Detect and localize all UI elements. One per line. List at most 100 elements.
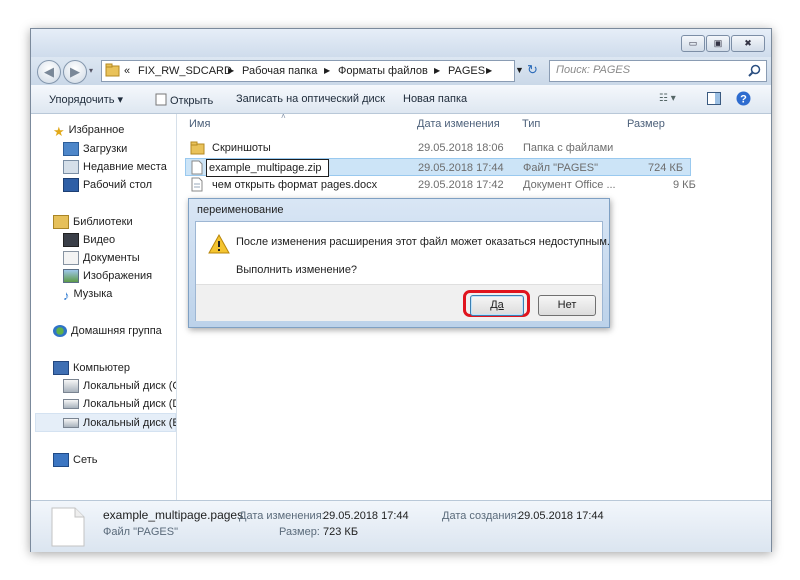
nav-drive-e[interactable]: Локальный диск (E: bbox=[35, 413, 176, 432]
nav-downloads[interactable]: Загрузки bbox=[63, 141, 127, 157]
forward-button[interactable]: ▶ bbox=[63, 60, 87, 84]
details-size-value: 723 КБ bbox=[323, 526, 359, 538]
minimize-button[interactable]: ▭ bbox=[681, 35, 705, 52]
details-filetype: Файл "PAGES" bbox=[103, 526, 178, 538]
nav-music[interactable]: ♪ Музыка bbox=[63, 286, 112, 303]
minimize-icon: ▭ bbox=[688, 38, 698, 48]
document-icon bbox=[155, 93, 167, 106]
nav-desktop[interactable]: Рабочий стол bbox=[63, 177, 152, 193]
forward-arrow-icon: ▶ bbox=[70, 64, 80, 79]
address-dropdown-icon[interactable]: ▼ bbox=[515, 65, 524, 75]
file-type: Папка с файлами bbox=[523, 142, 614, 154]
file-preview-icon bbox=[51, 507, 85, 547]
nav-recent-places[interactable]: Недавние места bbox=[63, 159, 167, 175]
system-drive-icon bbox=[63, 379, 79, 394]
folder-icon bbox=[105, 63, 120, 77]
breadcrumb-item[interactable]: Рабочая папка bbox=[242, 65, 317, 77]
file-date: 29.05.2018 18:06 bbox=[418, 142, 504, 154]
table-row[interactable]: Скриншоты 29.05.2018 18:06 Папка с файла… bbox=[185, 139, 691, 157]
column-header-name[interactable]: Имя bbox=[189, 118, 210, 130]
drive-icon bbox=[63, 399, 79, 410]
desktop-icon bbox=[63, 178, 79, 193]
back-button[interactable]: ◀ bbox=[37, 60, 61, 84]
folder-icon bbox=[190, 141, 205, 155]
dialog-question: Выполнить изменение? bbox=[236, 264, 358, 276]
maximize-icon: ▣ bbox=[713, 38, 723, 48]
file-size: 724 КБ bbox=[648, 162, 684, 174]
breadcrumb-overflow[interactable]: « bbox=[124, 65, 130, 77]
file-icon bbox=[191, 160, 203, 175]
nav-drive-c[interactable]: Локальный диск (С bbox=[63, 378, 176, 394]
view-options-icon[interactable]: ☷ ▾ bbox=[659, 93, 676, 104]
new-folder-button[interactable]: Новая папка bbox=[403, 93, 467, 105]
nav-favorites[interactable]: ★ Избранное bbox=[53, 122, 124, 140]
file-date: 29.05.2018 17:44 bbox=[418, 162, 504, 174]
maximize-button[interactable]: ▣ bbox=[706, 35, 730, 52]
file-type: Документ Office ... bbox=[523, 179, 616, 191]
column-header-date[interactable]: Дата изменения bbox=[417, 118, 500, 130]
nav-computer[interactable]: Компьютер bbox=[53, 360, 130, 376]
warning-icon bbox=[208, 234, 230, 254]
close-icon: ✖ bbox=[744, 38, 752, 48]
dialog-button-area: Да Нет bbox=[196, 284, 602, 321]
search-box[interactable]: Поиск: PAGES bbox=[549, 60, 767, 82]
nav-homegroup[interactable]: Домашняя группа bbox=[53, 323, 162, 339]
file-type: Файл "PAGES" bbox=[523, 162, 598, 174]
documents-icon bbox=[63, 251, 79, 266]
details-created-label: Дата создания: bbox=[442, 510, 520, 522]
dialog-title: переименование bbox=[197, 204, 284, 216]
column-header-type[interactable]: Тип bbox=[522, 118, 540, 130]
nav-documents[interactable]: Документы bbox=[63, 250, 140, 266]
address-box[interactable]: « FIX_RW_SDCARD ▶ Рабочая папка ▶ Формат… bbox=[101, 60, 515, 82]
breadcrumb-item[interactable]: FIX_RW_SDCARD bbox=[138, 65, 232, 77]
details-modified-value: 29.05.2018 17:44 bbox=[323, 510, 409, 522]
details-filename: example_multipage.pages bbox=[103, 508, 244, 522]
document-icon bbox=[191, 177, 203, 192]
dialog-body: После изменения расширения этот файл мож… bbox=[195, 221, 610, 321]
homegroup-icon bbox=[53, 325, 67, 338]
table-row-selected[interactable]: example_multipage.zip 29.05.2018 17:44 Ф… bbox=[185, 158, 691, 177]
nav-videos[interactable]: Видео bbox=[63, 232, 115, 248]
column-header-size[interactable]: Размер bbox=[627, 118, 665, 130]
search-placeholder: Поиск: PAGES bbox=[556, 64, 631, 76]
breadcrumb-arrow-icon[interactable]: ▶ bbox=[486, 66, 492, 75]
help-icon[interactable]: ? bbox=[736, 91, 751, 106]
recent-places-icon bbox=[63, 160, 79, 175]
star-icon: ★ bbox=[53, 124, 65, 140]
nav-pictures[interactable]: Изображения bbox=[63, 268, 152, 284]
navigation-pane: ★ Избранное Загрузки Недавние места Рабоч… bbox=[31, 114, 177, 500]
file-size: 9 КБ bbox=[673, 179, 696, 191]
refresh-icon[interactable]: ↻ bbox=[527, 62, 545, 80]
breadcrumb-item[interactable]: PAGES bbox=[448, 65, 485, 77]
svg-text:?: ? bbox=[740, 94, 747, 106]
breadcrumb-arrow-icon[interactable]: ▶ bbox=[324, 66, 330, 75]
breadcrumb-arrow-icon[interactable]: ▶ bbox=[228, 66, 234, 75]
preview-pane-icon[interactable] bbox=[707, 92, 721, 105]
rename-dialog: переименование После изменения расширени… bbox=[188, 198, 610, 328]
burn-disc-button[interactable]: Записать на оптический диск bbox=[236, 93, 385, 105]
downloads-folder-icon bbox=[63, 142, 79, 157]
dialog-message: После изменения расширения этот файл мож… bbox=[236, 236, 610, 248]
open-button[interactable]: Открыть bbox=[155, 93, 213, 107]
recent-pages-chevron-icon[interactable]: ▾ bbox=[89, 66, 93, 75]
video-icon bbox=[63, 233, 79, 248]
drive-icon bbox=[63, 418, 79, 429]
close-button[interactable]: ✖ bbox=[731, 35, 765, 52]
nav-network[interactable]: Сеть bbox=[53, 452, 97, 468]
file-name: чем открыть формат pages.docx bbox=[212, 179, 378, 191]
nav-drive-d[interactable]: Локальный диск (D bbox=[63, 396, 176, 412]
table-row[interactable]: чем открыть формат pages.docx 29.05.2018… bbox=[185, 176, 696, 194]
breadcrumb-item[interactable]: Форматы файлов bbox=[338, 65, 428, 77]
details-size-label: Размер: bbox=[279, 526, 320, 538]
back-arrow-icon: ◀ bbox=[44, 64, 54, 79]
network-icon bbox=[53, 453, 69, 468]
breadcrumb-arrow-icon[interactable]: ▶ bbox=[434, 66, 440, 75]
address-bar-area: ◀ ▶ ▾ « FIX_RW_SDCARD ▶ Рабочая папка ▶ … bbox=[31, 57, 771, 85]
details-created-value: 29.05.2018 17:44 bbox=[518, 510, 604, 522]
no-button[interactable]: Нет bbox=[538, 295, 596, 316]
yes-button[interactable]: Да bbox=[470, 295, 524, 316]
rename-input[interactable]: example_multipage.zip bbox=[206, 159, 329, 177]
organize-button[interactable]: Упорядочить ▾ bbox=[49, 93, 123, 106]
nav-libraries[interactable]: Библиотеки bbox=[53, 214, 133, 230]
sort-arrow-icon: ˄ bbox=[281, 112, 286, 121]
